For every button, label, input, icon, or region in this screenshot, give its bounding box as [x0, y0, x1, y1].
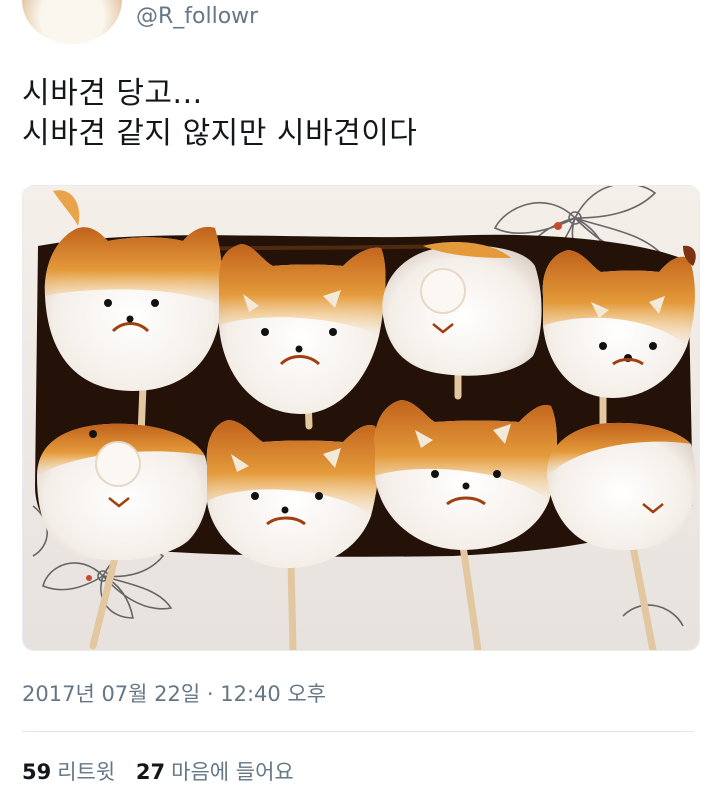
divider — [22, 731, 694, 732]
likes-count: 27 — [135, 760, 166, 784]
avatar[interactable] — [22, 0, 122, 44]
retweets-stat[interactable]: 59 리트윗 — [22, 760, 115, 784]
retweets-count: 59 — [22, 760, 52, 784]
tweet-line-1: 시바견 당고... — [22, 76, 203, 111]
likes-stat[interactable]: 27 마음에 들어요 — [136, 760, 294, 784]
tweet-line-2: 시바견 같지 않지만 시바견이다 — [22, 116, 418, 151]
likes-label: 마음에 들어요 — [171, 760, 294, 784]
tweet-stats: 59 리트윗 27 마음에 들어요 — [22, 756, 308, 786]
tweet-timestamp: 2017년 07월 22일 · 12:40 오후 — [22, 682, 327, 706]
tweet-text: 시바견 당고... 시바견 같지 않지만 시바견이다 — [22, 74, 417, 154]
tweet-photo[interactable] — [22, 185, 700, 651]
retweets-label: 리트윗 — [57, 760, 116, 784]
author-handle[interactable]: @R_followr — [136, 4, 258, 29]
